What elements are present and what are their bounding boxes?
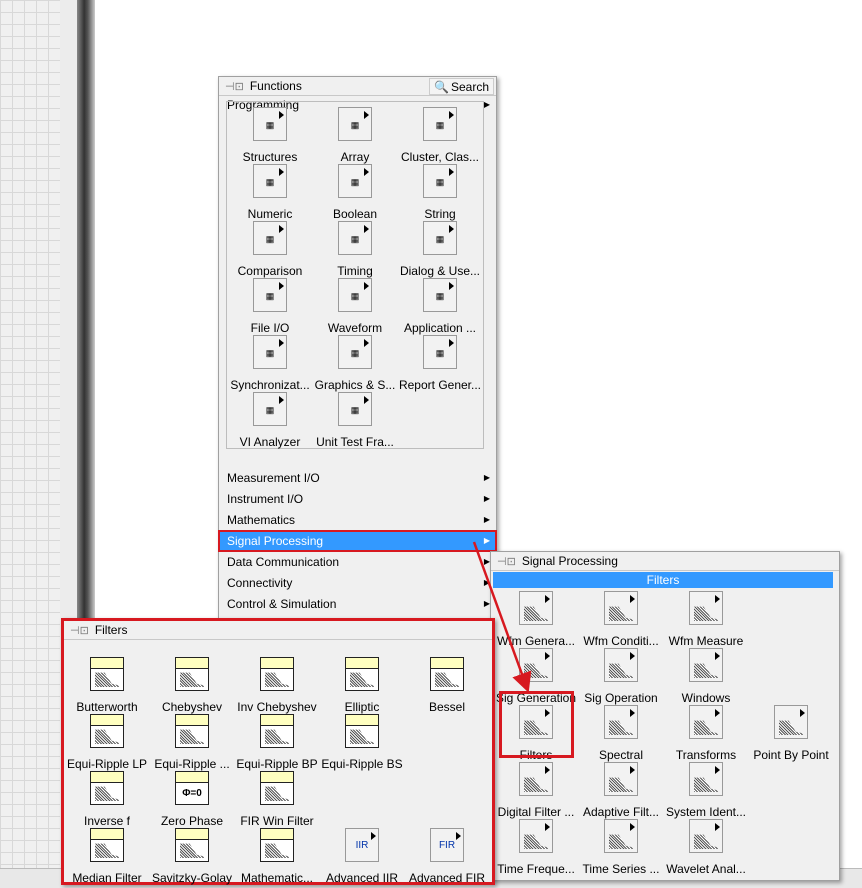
annotation-arrow <box>472 541 532 693</box>
